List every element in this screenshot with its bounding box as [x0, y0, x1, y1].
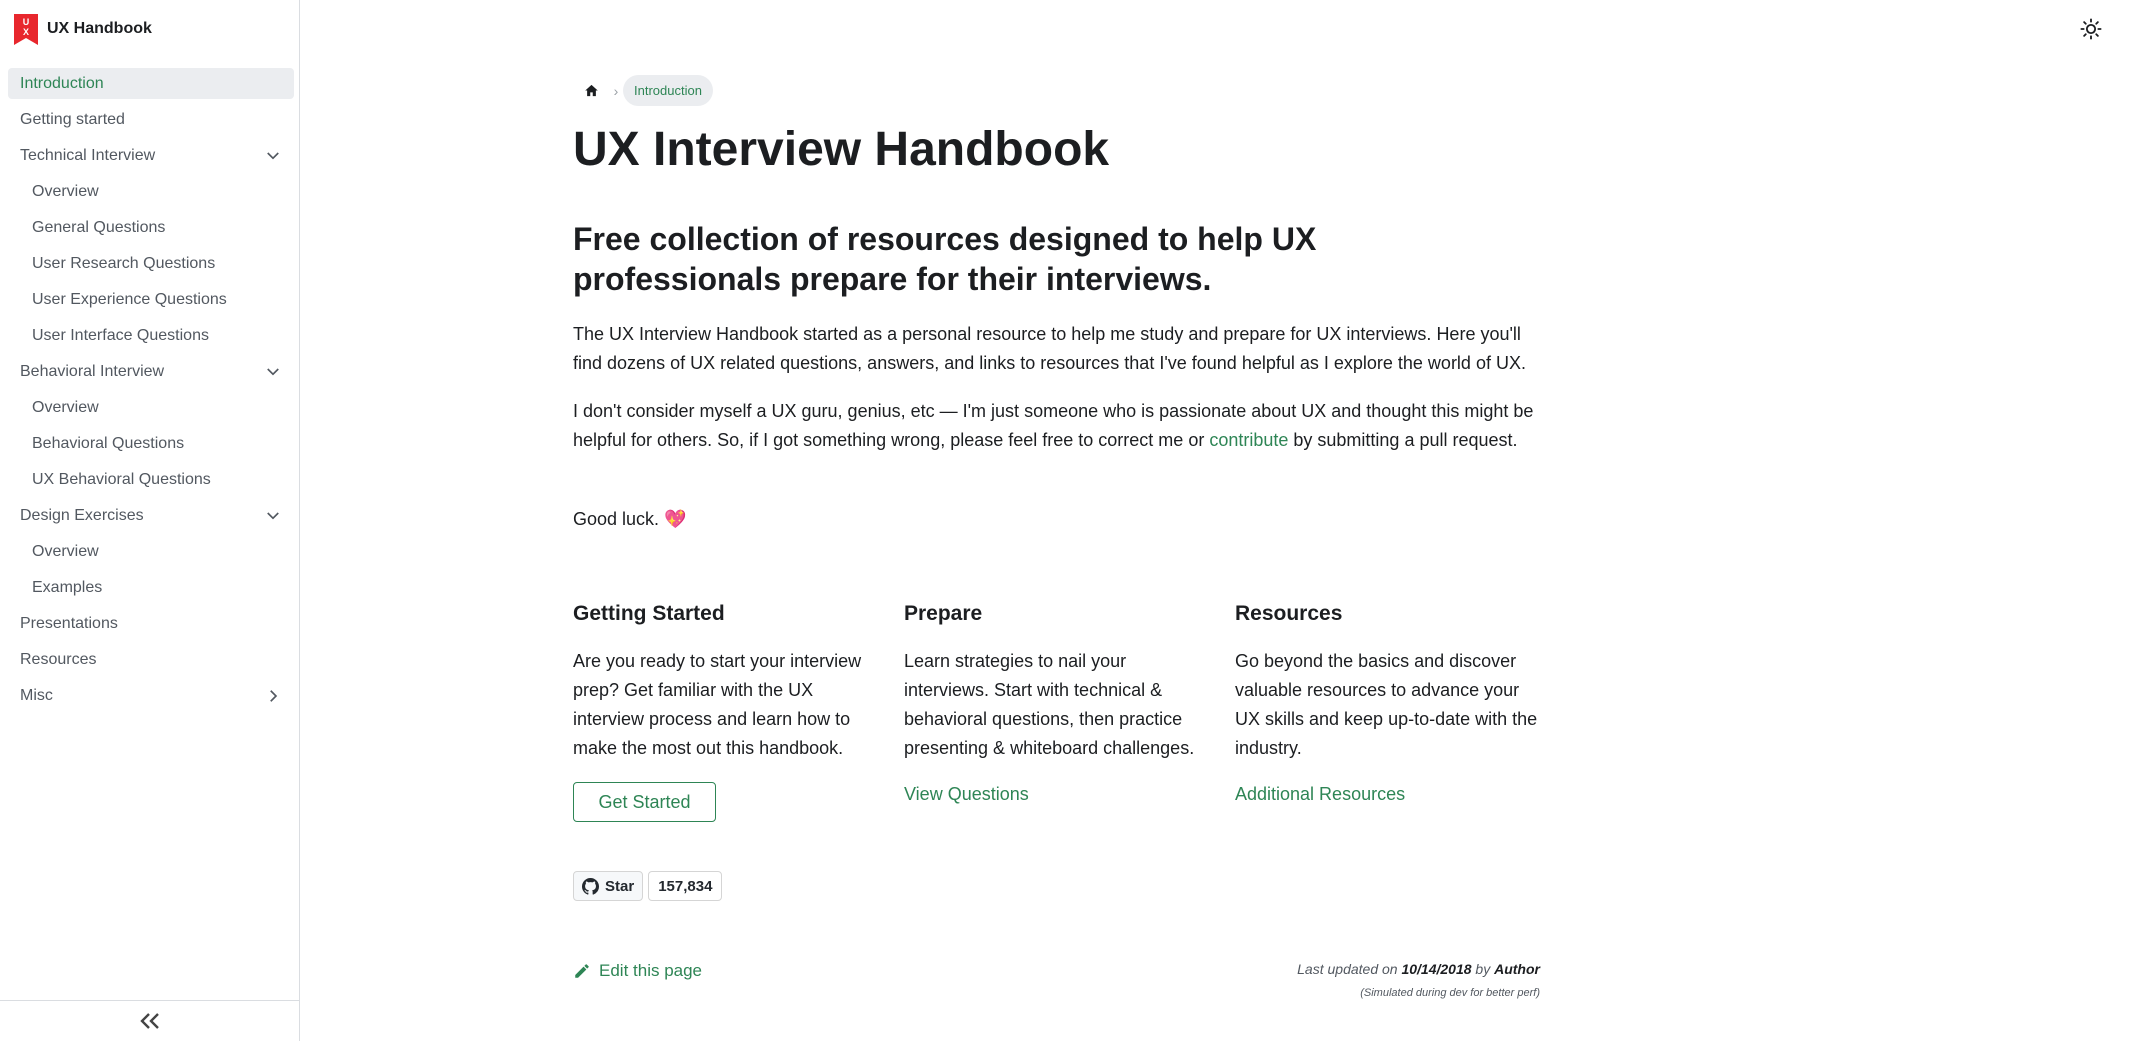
updated-author: Author [1494, 961, 1540, 977]
sidebar-item-technical-interview[interactable]: Technical Interview [8, 140, 294, 171]
disclaimer-text-end: by submitting a pull request. [1288, 430, 1518, 450]
page-title: UX Interview Handbook [573, 123, 1110, 176]
view-questions-link[interactable]: View Questions [904, 784, 1214, 805]
sidebar-item-label: Resources [20, 650, 97, 668]
sun-icon [2080, 18, 2102, 40]
sidebar-item-label: Behavioral Interview [20, 362, 165, 380]
sidebar-item-label: User Interface Questions [32, 326, 209, 344]
card-body: Go beyond the basics and discover valuab… [1235, 651, 1538, 758]
pencil-icon [575, 964, 589, 978]
sidebar-item-label: Behavioral Questions [32, 434, 185, 452]
disclaimer-paragraph: I don't consider myself a UX guru, geniu… [573, 397, 1543, 455]
card-body: Learn strategies to nail your interviews… [904, 651, 1195, 758]
sidebar-item-label: User Research Questions [32, 254, 216, 272]
additional-resources-link[interactable]: Additional Resources [1235, 784, 1545, 805]
svg-text:U: U [23, 17, 30, 27]
sidebar-item-behavioral-interview[interactable]: Behavioral Interview [8, 356, 294, 387]
collapse-sidebar-button[interactable] [0, 1000, 300, 1041]
sidebar-item-behavioral-questions[interactable]: Behavioral Questions [8, 428, 294, 459]
sidebar-item-label: Presentations [20, 614, 118, 632]
page-subtitle: Free collection of resources designed to… [573, 221, 1317, 297]
chevron-down-icon[interactable] [264, 147, 282, 165]
sidebar-item-overview[interactable]: Overview [8, 176, 294, 207]
get-started-button[interactable]: Get Started [573, 782, 716, 822]
sidebar-item-design-exercises[interactable]: Design Exercises [8, 500, 294, 531]
card-body: Are you ready to start your interview pr… [573, 651, 862, 758]
home-icon [584, 84, 598, 97]
sidebar-item-user-experience-questions[interactable]: User Experience Questions [8, 284, 294, 315]
sidebar-item-label: Getting started [20, 110, 125, 128]
sidebar-menu: Introduction Getting started Technical Int… [8, 68, 294, 716]
brand-title[interactable]: UX Handbook [47, 20, 152, 38]
last-updated: Last updated on 10/14/2018 by Author [1297, 961, 1540, 977]
card-prepare: Prepare Learn strategies to nail your in… [904, 598, 1214, 805]
updated-date: 10/14/2018 [1401, 961, 1472, 977]
sidebar-item-examples[interactable]: Examples [8, 572, 294, 603]
sidebar-item-label: General Questions [32, 218, 166, 236]
updated-by: by [1471, 961, 1495, 977]
sidebar-item-misc[interactable]: Misc [8, 680, 294, 711]
sidebar-item-ux-behavioral-questions[interactable]: UX Behavioral Questions [8, 464, 294, 495]
sidebar-item-label: Examples [32, 578, 103, 596]
ux-logo-icon: U X [14, 13, 38, 45]
github-star-label: Star [605, 877, 635, 895]
sidebar: U X UX Handbook Introduction Getting star… [0, 0, 300, 1041]
sidebar-item-label: Introduction [20, 74, 104, 92]
sidebar-item-label: User Experience Questions [32, 290, 227, 308]
sidebar-item-label: UX Behavioral Questions [32, 470, 211, 488]
chevron-down-icon[interactable] [264, 507, 282, 525]
contribute-link[interactable]: contribute [1209, 430, 1288, 450]
sidebar-item-general-questions[interactable]: General Questions [8, 212, 294, 243]
card-title: Prepare [904, 602, 983, 625]
github-star-count[interactable]: 157,834 [648, 871, 723, 901]
brand[interactable]: U X UX Handbook [14, 13, 152, 45]
intro-paragraph: The UX Interview Handbook started as a p… [573, 324, 1526, 373]
github-icon [582, 877, 599, 895]
sidebar-item-user-interface-questions[interactable]: User Interface Questions [8, 320, 294, 351]
sidebar-item-label: Overview [32, 182, 99, 200]
updated-prefix: Last updated on [1297, 961, 1402, 977]
sidebar-item-overview[interactable]: Overview [8, 536, 294, 567]
edit-page-label: Edit this page [599, 961, 703, 980]
sidebar-item-presentations[interactable]: Presentations [8, 608, 294, 639]
breadcrumb-separator-icon: › [613, 82, 619, 99]
breadcrumb-home[interactable] [573, 75, 609, 106]
sidebar-item-label: Technical Interview [20, 146, 156, 164]
card-title: Getting Started [573, 602, 725, 625]
sidebar-item-introduction[interactable]: Introduction [8, 68, 294, 99]
sidebar-item-label: Design Exercises [20, 506, 144, 524]
double-chevron-left-icon [140, 1013, 159, 1029]
theme-toggle-button[interactable] [2076, 14, 2106, 44]
simulated-note: (Simulated during dev for better perf) [1360, 987, 1540, 999]
chevron-down-icon[interactable] [264, 363, 282, 381]
card-resources: Resources Go beyond the basics and disco… [1235, 598, 1545, 805]
svg-text:X: X [23, 27, 29, 37]
good-luck-text: Good luck. 💖 [573, 509, 687, 529]
card-title: Resources [1235, 602, 1343, 625]
github-star-widget: Star 157,834 [573, 871, 723, 901]
breadcrumb: › Introduction [573, 75, 713, 106]
sidebar-item-label: Overview [32, 398, 99, 416]
sidebar-item-user-research-questions[interactable]: User Research Questions [8, 248, 294, 279]
chevron-right-icon[interactable] [264, 687, 282, 705]
sidebar-item-resources[interactable]: Resources [8, 644, 294, 675]
sidebar-item-label: Misc [20, 686, 53, 704]
sidebar-item-label: Overview [32, 542, 99, 560]
card-getting-started: Getting Started Are you ready to start y… [573, 598, 883, 763]
sidebar-item-getting-started[interactable]: Getting started [8, 104, 294, 135]
breadcrumb-current: Introduction [623, 75, 713, 106]
edit-page-link[interactable]: Edit this page [573, 959, 702, 983]
sidebar-item-overview[interactable]: Overview [8, 392, 294, 423]
github-star-button[interactable]: Star [573, 871, 644, 901]
